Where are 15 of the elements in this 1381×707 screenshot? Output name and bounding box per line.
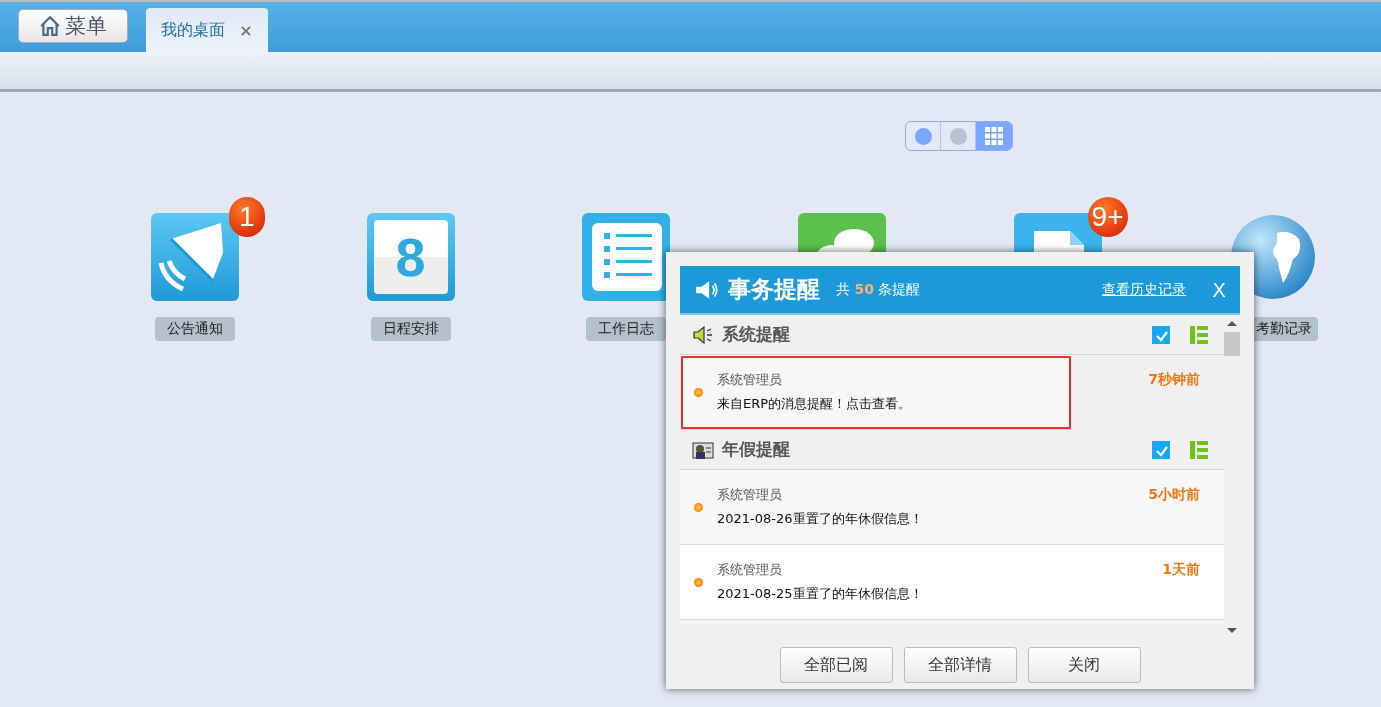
sender-name: 系统管理员 bbox=[717, 486, 783, 504]
message-text: 2021-08-26重置了的年休假信息！ bbox=[717, 510, 924, 528]
time-ago: 1天前 bbox=[1162, 561, 1200, 579]
count-badge: 9+ bbox=[1087, 197, 1128, 237]
section-title: 系统提醒 bbox=[722, 323, 790, 346]
section-title: 年假提醒 bbox=[722, 438, 790, 461]
message-text: 来自ERP的消息提醒！点击查看。 bbox=[717, 395, 913, 413]
time-ago: 7秒钟前 bbox=[1148, 371, 1200, 389]
dialog-title: 事务提醒 bbox=[728, 275, 820, 304]
count-badge: 1 bbox=[228, 197, 265, 237]
message-text: 2021-08-25重置了的年休假信息！ bbox=[717, 585, 924, 603]
sender-name: 系统管理员 bbox=[717, 371, 783, 389]
reminder-count: 共 50 条提醒 bbox=[836, 280, 921, 299]
time-ago: 5小时前 bbox=[1148, 486, 1200, 504]
sender-name: 系统管理员 bbox=[717, 561, 783, 579]
